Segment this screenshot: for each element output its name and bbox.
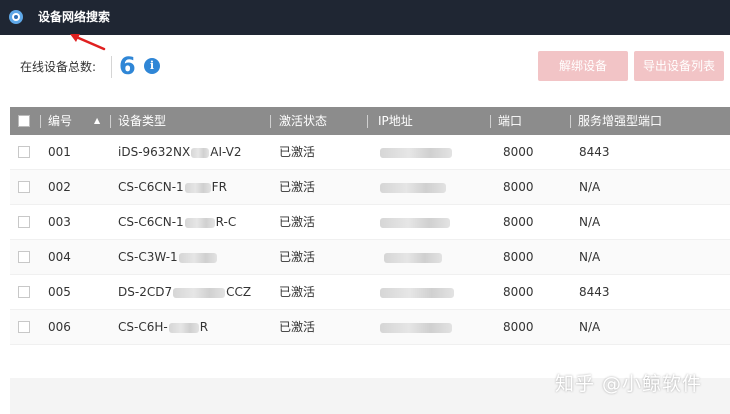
row-port: 8000: [503, 145, 534, 159]
column-header-enhanced-port[interactable]: 服务增强型端口: [578, 107, 662, 135]
column-divider: [110, 115, 111, 128]
row-id: 005: [48, 285, 71, 299]
row-status: 已激活: [279, 215, 316, 229]
row-port: 8000: [503, 250, 534, 264]
row-enhanced-port: N/A: [579, 250, 601, 264]
online-device-total-label: 在线设备总数:: [20, 60, 97, 74]
row-device-type: DS-2CD7 CCZ: [118, 285, 252, 299]
column-header-port[interactable]: 端口: [498, 107, 522, 135]
row-id: 002: [48, 180, 71, 194]
row-status: 已激活: [279, 250, 316, 264]
window-title: 设备网络搜索: [38, 10, 111, 24]
row-checkbox[interactable]: [18, 251, 30, 263]
table-body: 001 iDS-9632NX AI-V2 已激活 8000 8443 002 CS…: [10, 135, 730, 345]
column-divider: [367, 115, 368, 128]
info-icon[interactable]: i: [144, 58, 160, 74]
row-ip-redacted: [380, 275, 454, 310]
row-checkbox[interactable]: [18, 181, 30, 193]
column-divider: [490, 115, 491, 128]
row-status: 已激活: [279, 320, 316, 334]
column-divider: [40, 115, 41, 128]
row-port: 8000: [503, 180, 534, 194]
row-status: 已激活: [279, 285, 316, 299]
table-row[interactable]: 003 CS-C6CN-1 R-C 已激活 8000 N/A: [10, 205, 730, 240]
row-status: 已激活: [279, 145, 316, 159]
unbind-device-button[interactable]: 解绑设备: [538, 51, 628, 81]
column-header-ip-address[interactable]: IP地址: [378, 107, 413, 135]
row-id: 004: [48, 250, 71, 264]
row-id: 001: [48, 145, 71, 159]
annotation-arrow-icon: [70, 34, 106, 51]
row-enhanced-port: 8443: [579, 285, 610, 299]
table-row[interactable]: 006 CS-C6H- R 已激活 8000 N/A: [10, 310, 730, 345]
row-port: 8000: [503, 215, 534, 229]
device-table: 编号 ▲ 设备类型 激活状态 IP地址 端口 服务增强型端口 001 iDS-9…: [10, 107, 730, 345]
column-divider: [270, 115, 271, 128]
row-id: 003: [48, 215, 71, 229]
row-id: 006: [48, 320, 71, 334]
online-device-count: 6: [119, 52, 136, 80]
row-checkbox[interactable]: [18, 216, 30, 228]
row-checkbox[interactable]: [18, 146, 30, 158]
table-row[interactable]: 001 iDS-9632NX AI-V2 已激活 8000 8443: [10, 135, 730, 170]
sort-ascending-icon[interactable]: ▲: [94, 107, 100, 135]
export-device-list-button[interactable]: 导出设备列表: [634, 51, 724, 81]
row-device-type: CS-C6H- R: [118, 320, 209, 334]
row-enhanced-port: N/A: [579, 320, 601, 334]
select-all-checkbox[interactable]: [18, 115, 30, 127]
table-row[interactable]: 002 CS-C6CN-1 FR 已激活 8000 N/A: [10, 170, 730, 205]
row-port: 8000: [503, 285, 534, 299]
toolbar-divider: [111, 56, 112, 78]
row-enhanced-port: N/A: [579, 215, 601, 229]
table-header: 编号 ▲ 设备类型 激活状态 IP地址 端口 服务增强型端口: [10, 107, 730, 135]
row-device-type: iDS-9632NX AI-V2: [118, 145, 242, 159]
row-device-type: CS-C6CN-1 R-C: [118, 215, 237, 229]
row-device-type: CS-C6CN-1 FR: [118, 180, 227, 194]
row-enhanced-port: 8443: [579, 145, 610, 159]
row-status: 已激活: [279, 180, 316, 194]
column-header-device-type[interactable]: 设备类型: [118, 107, 166, 135]
column-divider: [570, 115, 571, 128]
watermark: 知乎 @小鲸软件: [555, 373, 703, 395]
row-checkbox[interactable]: [18, 321, 30, 333]
column-header-id[interactable]: 编号: [48, 107, 72, 135]
column-header-activation-status[interactable]: 激活状态: [279, 107, 327, 135]
row-ip-redacted: [380, 205, 450, 240]
row-ip-redacted: [380, 310, 452, 345]
table-row[interactable]: 004 CS-C3W-1 已激活 8000 N/A: [10, 240, 730, 275]
row-ip-redacted: [380, 170, 446, 205]
row-checkbox[interactable]: [18, 286, 30, 298]
row-device-type: CS-C3W-1: [118, 240, 218, 275]
row-enhanced-port: N/A: [579, 180, 601, 194]
row-port: 8000: [503, 320, 534, 334]
row-ip-redacted: [384, 240, 442, 275]
app-icon: [9, 10, 23, 24]
table-row[interactable]: 005 DS-2CD7 CCZ 已激活 8000 8443: [10, 275, 730, 310]
row-ip-redacted: [380, 135, 452, 170]
